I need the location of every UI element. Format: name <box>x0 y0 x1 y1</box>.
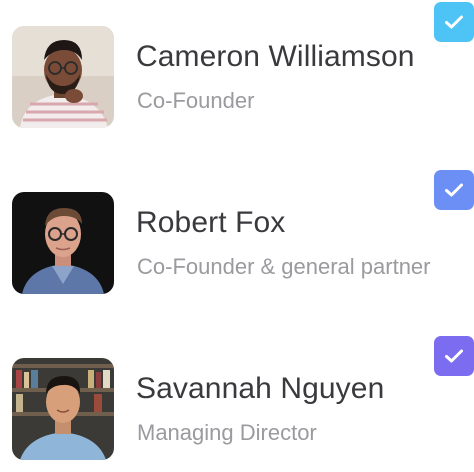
checkbox-checked[interactable] <box>434 336 474 376</box>
checkbox-checked[interactable] <box>434 2 474 42</box>
avatar <box>12 358 114 460</box>
checkmark-icon <box>445 15 463 29</box>
member-role: Managing Director <box>137 420 317 445</box>
team-member-card[interactable]: Robert Fox Co-Founder & general partner <box>0 170 474 302</box>
team-member-card[interactable]: Cameron Williamson Co-Founder <box>0 2 474 136</box>
member-role: Co-Founder & general partner <box>137 254 431 279</box>
checkbox-checked[interactable] <box>434 170 474 210</box>
person-photo-icon <box>12 358 114 460</box>
checkmark-icon <box>445 349 463 363</box>
person-photo-icon <box>12 192 114 294</box>
member-name: Savannah Nguyen <box>136 372 385 405</box>
member-role: Co-Founder <box>137 88 255 113</box>
avatar <box>12 26 114 128</box>
member-name: Cameron Williamson <box>136 40 415 73</box>
person-photo-icon <box>12 26 114 128</box>
member-name: Robert Fox <box>136 206 286 239</box>
team-member-list: Cameron Williamson Co-Founder Robert Fox… <box>0 0 474 472</box>
checkmark-icon <box>445 183 463 197</box>
avatar <box>12 192 114 294</box>
team-member-card[interactable]: Savannah Nguyen Managing Director <box>0 336 474 468</box>
